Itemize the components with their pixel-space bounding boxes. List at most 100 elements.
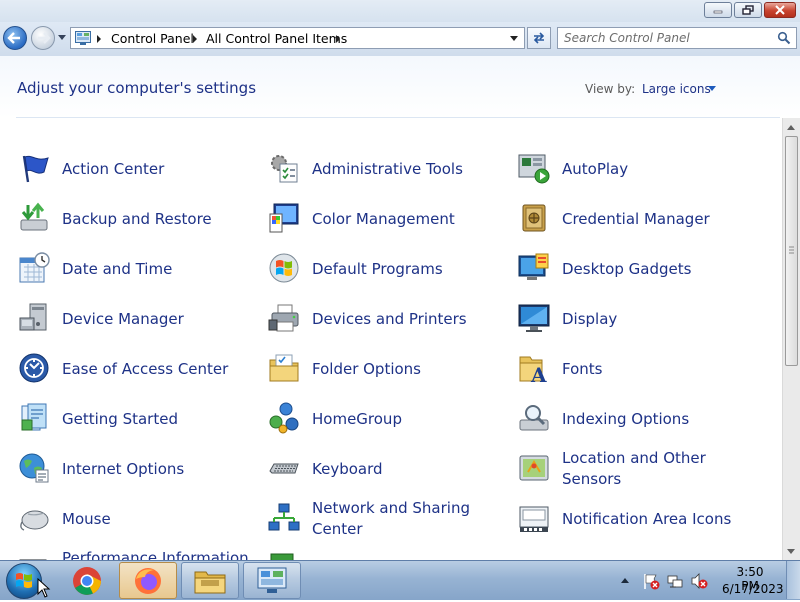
item-getting-started[interactable]: Getting Started <box>18 398 248 438</box>
item-label: Desktop Gadgets <box>562 260 692 278</box>
item-desktop-gadgets[interactable]: Desktop Gadgets <box>518 248 758 288</box>
mouse-cursor-icon <box>37 578 51 598</box>
action-center-flag-icon[interactable] <box>642 572 660 590</box>
volume-muted-icon[interactable] <box>690 572 708 590</box>
taskbar-chrome[interactable] <box>58 562 116 599</box>
item-fonts[interactable]: A Fonts <box>518 348 758 388</box>
keyboard-icon <box>269 463 299 474</box>
item-notification-area-icons[interactable]: Notification Area Icons <box>518 498 758 538</box>
minimize-button[interactable] <box>704 2 732 18</box>
breadcrumb-all-items[interactable]: All Control Panel Items <box>206 31 347 46</box>
minimize-icon <box>713 10 723 14</box>
item-mouse[interactable]: Mouse <box>18 498 248 538</box>
item-autoplay[interactable]: AutoPlay <box>518 148 758 188</box>
item-location-and-other-sensors[interactable]: Location and Other Sensors <box>518 448 758 488</box>
item-label: Mouse <box>62 510 111 528</box>
item-action-center[interactable]: Action Center <box>18 148 248 188</box>
search-input[interactable] <box>564 30 769 46</box>
restore-button[interactable] <box>734 2 762 18</box>
device-manager-icon <box>19 303 47 331</box>
item-label: AutoPlay <box>562 160 629 178</box>
item-label: Keyboard <box>312 460 383 478</box>
item-label: Internet Options <box>62 460 185 478</box>
show-desktop-button[interactable] <box>786 561 800 599</box>
taskbar-file-explorer[interactable] <box>181 562 239 599</box>
search-icon[interactable] <box>777 31 791 45</box>
view-by-label: View by: <box>585 82 636 96</box>
item-label: Performance Information <box>62 549 249 560</box>
item-label: HomeGroup <box>312 410 402 428</box>
refresh-icon <box>533 32 545 44</box>
calendar-clock-icon <box>19 252 50 283</box>
back-arrow-icon <box>7 32 20 44</box>
address-history-dropdown[interactable] <box>510 36 518 41</box>
item-administrative-tools[interactable]: Administrative Tools <box>268 148 498 188</box>
globe-icon <box>19 453 49 483</box>
show-hidden-icons-icon[interactable] <box>620 576 630 584</box>
scroll-up-icon[interactable] <box>787 125 795 130</box>
taskbar-firefox[interactable] <box>119 562 177 599</box>
taskbar-control-panel[interactable] <box>243 562 301 599</box>
item-keyboard[interactable]: Keyboard <box>268 448 498 488</box>
item-partial[interactable] <box>518 548 758 560</box>
gadgets-icon <box>518 253 549 280</box>
forward-arrow-icon <box>38 32 51 44</box>
content-header: Adjust your computer's settings View by:… <box>0 56 800 118</box>
item-date-and-time[interactable]: Date and Time <box>18 248 248 288</box>
backup-icon <box>20 202 48 231</box>
title-bar <box>0 0 800 22</box>
clock-date[interactable]: 6/17/2023 <box>722 582 784 596</box>
chevron-down-icon[interactable] <box>708 86 716 91</box>
item-network-and-sharing-center[interactable]: Network and Sharing Center <box>268 498 498 538</box>
item-devices-and-printers[interactable]: Devices and Printers <box>268 298 498 338</box>
view-by-dropdown[interactable]: Large icons <box>642 82 711 96</box>
grip-icon <box>789 246 794 254</box>
address-bar[interactable]: Control Panel All Control Panel Items <box>70 27 525 49</box>
item-device-manager[interactable]: Device Manager <box>18 298 248 338</box>
item-label: Device Manager <box>62 310 184 328</box>
scroll-down-icon[interactable] <box>787 549 795 554</box>
network-icon[interactable] <box>666 572 684 590</box>
item-backup-and-restore[interactable]: Backup and Restore <box>18 198 248 238</box>
control-panel-icon <box>75 31 91 45</box>
item-color-management[interactable]: Color Management <box>268 198 498 238</box>
flag-icon <box>22 155 49 183</box>
item-internet-options[interactable]: Internet Options <box>18 448 248 488</box>
item-performance-information[interactable]: Performance Information <box>18 548 249 560</box>
network-icon <box>268 503 300 531</box>
vertical-scrollbar[interactable] <box>782 118 800 560</box>
breadcrumb-separator[interactable] <box>193 35 197 43</box>
refresh-button[interactable] <box>527 27 551 49</box>
item-label: Backup and Restore <box>62 210 212 228</box>
back-button[interactable] <box>3 26 27 50</box>
item-credential-manager[interactable]: Credential Manager <box>518 198 758 238</box>
forward-button[interactable] <box>31 26 55 50</box>
breadcrumb-separator[interactable] <box>336 35 340 43</box>
vault-icon <box>522 204 546 232</box>
caption-buttons <box>704 2 796 18</box>
breadcrumb-separator[interactable] <box>97 35 101 43</box>
mouse-icon <box>20 510 49 531</box>
item-partial[interactable] <box>268 548 498 560</box>
item-label: Color Management <box>312 210 455 228</box>
search-box[interactable] <box>557 27 797 49</box>
item-folder-options[interactable]: Folder Options <box>268 348 498 388</box>
item-ease-of-access-center[interactable]: Ease of Access Center <box>18 348 248 388</box>
item-display[interactable]: Display <box>518 298 758 338</box>
getting-started-icon <box>21 403 47 431</box>
folder-icon <box>269 354 299 382</box>
item-default-programs[interactable]: Default Programs <box>268 248 498 288</box>
page-title: Adjust your computer's settings <box>17 79 257 97</box>
recent-pages-dropdown[interactable] <box>58 35 66 40</box>
item-label: Notification Area Icons <box>562 510 732 528</box>
item-indexing-options[interactable]: Indexing Options <box>518 398 758 438</box>
scrollbar-thumb[interactable] <box>785 136 798 366</box>
breadcrumb-control-panel[interactable]: Control Panel <box>111 31 194 46</box>
homegroup-icon <box>269 402 299 434</box>
navigation-bar: Control Panel All Control Panel Items <box>0 22 800 56</box>
item-homegroup[interactable]: HomeGroup <box>268 398 498 438</box>
close-button[interactable] <box>764 2 796 18</box>
autoplay-icon <box>518 154 550 184</box>
performance-icon <box>19 559 47 560</box>
item-label: Date and Time <box>62 260 173 278</box>
